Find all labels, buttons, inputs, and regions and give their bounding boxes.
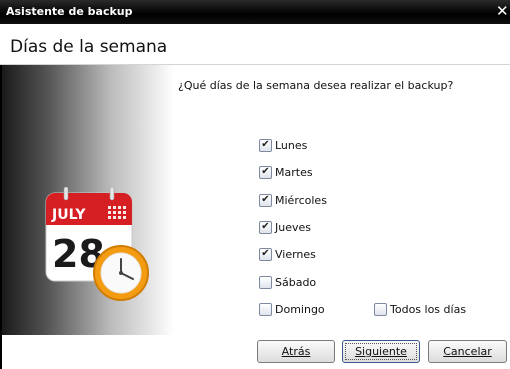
window-title: Asistente de backup [6, 5, 133, 18]
checkbox-box[interactable] [374, 302, 387, 316]
day-checkbox-4[interactable]: ✔ Viernes [259, 246, 316, 262]
checkmark-icon[interactable]: ✔ [259, 247, 272, 261]
day-label: Domingo [275, 302, 325, 316]
question-text: ¿Qué días de la semana desea realizar el… [178, 79, 454, 92]
day-checkbox-2[interactable]: ✔ Miércoles [259, 192, 327, 208]
back-button[interactable]: Atrás [257, 340, 335, 363]
day-label: Sábado [275, 275, 317, 289]
day-label: Miércoles [275, 193, 327, 207]
day-label: Viernes [275, 247, 316, 261]
day-label: Lunes [275, 138, 308, 152]
next-button-label: Siguiente [355, 345, 407, 358]
calendar-month-label: JULY [51, 207, 86, 223]
day-checkbox-5[interactable]: Sábado [259, 274, 316, 290]
back-button-label: Atrás [281, 345, 311, 358]
checkbox-box[interactable] [259, 275, 272, 289]
cancel-button[interactable]: Cancelar [428, 340, 507, 363]
calendar-clock-icon: JULY 28 [45, 187, 149, 301]
checkmark-icon[interactable]: ✔ [259, 165, 272, 179]
day-label: Jueves [275, 220, 311, 234]
cancel-button-label: Cancelar [443, 345, 492, 358]
checkmark-icon[interactable]: ✔ [259, 138, 272, 152]
checkbox-box[interactable] [259, 302, 272, 316]
wizard-header: Días de la semana [0, 24, 510, 64]
next-button[interactable]: Siguiente [342, 340, 420, 363]
page-title: Días de la semana [10, 37, 168, 57]
day-checkbox-0[interactable]: ✔ Lunes [259, 137, 307, 153]
day-label: Martes [275, 165, 313, 179]
checkmark-icon[interactable]: ✔ [259, 193, 272, 207]
title-bar: Asistente de backup ✕ [0, 0, 510, 24]
day-checkbox-3[interactable]: ✔ Jueves [259, 219, 311, 235]
all-days-label: Todos los días [390, 302, 467, 316]
all-days-checkbox[interactable]: Todos los días [374, 301, 466, 317]
close-icon[interactable]: ✕ [496, 2, 509, 20]
checkmark-icon[interactable]: ✔ [259, 220, 272, 234]
day-checkbox-6[interactable]: Domingo [259, 301, 325, 317]
day-checkbox-1[interactable]: ✔ Martes [259, 164, 313, 180]
